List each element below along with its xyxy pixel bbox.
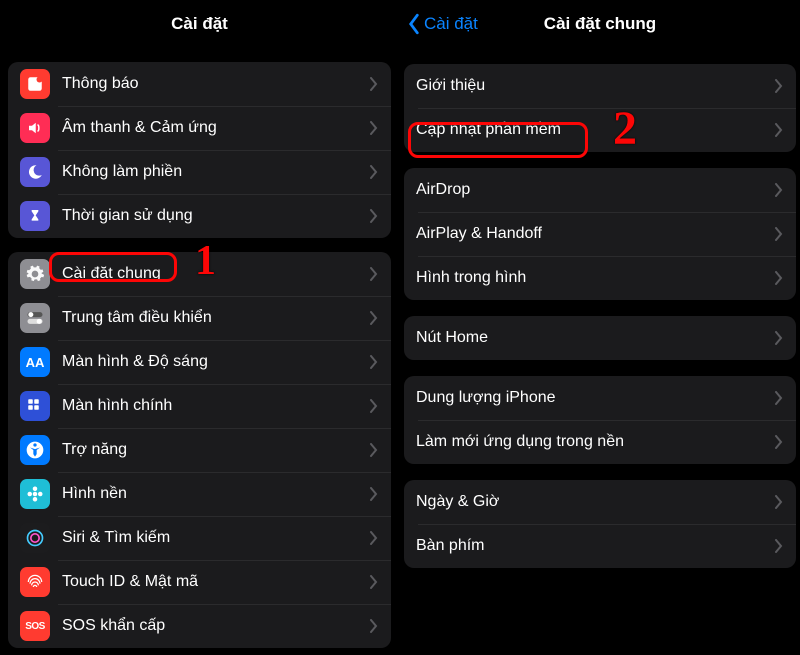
accessibility-icon bbox=[20, 435, 50, 465]
row-label: Trung tâm điều khiển bbox=[62, 309, 369, 327]
moon-icon bbox=[20, 157, 50, 187]
row-pip[interactable]: Hình trong hình bbox=[404, 256, 796, 300]
grid-icon bbox=[20, 391, 50, 421]
chevron-right-icon bbox=[774, 79, 784, 93]
sound-icon bbox=[20, 113, 50, 143]
row-label: Bàn phím bbox=[416, 537, 774, 555]
chevron-right-icon bbox=[774, 495, 784, 509]
chevron-right-icon bbox=[774, 123, 784, 137]
row-bg-refresh[interactable]: Làm mới ứng dụng trong nền bbox=[404, 420, 796, 464]
row-label: Thông báo bbox=[62, 75, 369, 93]
row-keyboard[interactable]: Bàn phím bbox=[404, 524, 796, 568]
row-sound[interactable]: Âm thanh & Cảm ứng bbox=[8, 106, 391, 150]
chevron-right-icon bbox=[369, 575, 379, 589]
chevron-right-icon bbox=[774, 435, 784, 449]
flower-icon bbox=[20, 479, 50, 509]
general-group: Ngày & Giờ Bàn phím bbox=[404, 480, 796, 568]
row-homescreen[interactable]: Màn hình chính bbox=[8, 384, 391, 428]
row-screentime[interactable]: Thời gian sử dụng bbox=[8, 194, 391, 238]
gear-icon bbox=[20, 259, 50, 289]
row-label: Touch ID & Mật mã bbox=[62, 573, 369, 591]
row-general[interactable]: Cài đặt chung bbox=[8, 252, 391, 296]
row-label: Giới thiệu bbox=[416, 77, 774, 95]
back-label: Cài đặt bbox=[424, 14, 478, 34]
row-siri[interactable]: Siri & Tìm kiếm bbox=[8, 516, 391, 560]
chevron-right-icon bbox=[774, 539, 784, 553]
general-header: Cài đặt Cài đặt chung bbox=[400, 0, 800, 48]
row-dnd[interactable]: Không làm phiền bbox=[8, 150, 391, 194]
row-label: Siri & Tìm kiếm bbox=[62, 529, 369, 547]
row-label: Màn hình chính bbox=[62, 397, 369, 415]
general-group: Nút Home bbox=[404, 316, 796, 360]
row-label: AirPlay & Handoff bbox=[416, 225, 774, 243]
chevron-right-icon bbox=[774, 227, 784, 241]
row-label: Trợ năng bbox=[62, 441, 369, 459]
chevron-right-icon bbox=[369, 209, 379, 223]
row-label: SOS khẩn cấp bbox=[62, 617, 369, 635]
fingerprint-icon bbox=[20, 567, 50, 597]
row-label: Làm mới ứng dụng trong nền bbox=[416, 433, 774, 451]
row-storage[interactable]: Dung lượng iPhone bbox=[404, 376, 796, 420]
row-datetime[interactable]: Ngày & Giờ bbox=[404, 480, 796, 524]
general-group: Dung lượng iPhone Làm mới ứng dụng trong… bbox=[404, 376, 796, 464]
row-label: Dung lượng iPhone bbox=[416, 389, 774, 407]
row-sos[interactable]: SOS SOS khẩn cấp bbox=[8, 604, 391, 648]
settings-group: Thông báo Âm thanh & Cảm ứng Không làm p… bbox=[8, 62, 391, 238]
row-label: Thời gian sử dụng bbox=[62, 207, 369, 225]
notifications-icon bbox=[20, 69, 50, 99]
sos-icon: SOS bbox=[20, 611, 50, 641]
chevron-right-icon bbox=[774, 331, 784, 345]
row-label: Không làm phiền bbox=[62, 163, 369, 181]
aa-icon: AA bbox=[20, 347, 50, 377]
settings-group: Cài đặt chung Trung tâm điều khiển AA Mà… bbox=[8, 252, 391, 648]
row-notifications[interactable]: Thông báo bbox=[8, 62, 391, 106]
chevron-left-icon bbox=[406, 13, 422, 35]
chevron-right-icon bbox=[369, 355, 379, 369]
settings-header: Cài đặt bbox=[0, 0, 399, 48]
settings-title: Cài đặt bbox=[171, 14, 228, 34]
siri-icon bbox=[20, 523, 50, 553]
row-touchid[interactable]: Touch ID & Mật mã bbox=[8, 560, 391, 604]
chevron-right-icon bbox=[369, 487, 379, 501]
row-label: Cài đặt chung bbox=[62, 265, 369, 283]
settings-pane: Cài đặt Thông báo Âm thanh & Cảm ứng Khô… bbox=[0, 0, 400, 655]
row-airdrop[interactable]: AirDrop bbox=[404, 168, 796, 212]
chevron-right-icon bbox=[774, 183, 784, 197]
general-group: AirDrop AirPlay & Handoff Hình trong hìn… bbox=[404, 168, 796, 300]
row-label: AirDrop bbox=[416, 181, 774, 199]
chevron-right-icon bbox=[369, 311, 379, 325]
row-wallpaper[interactable]: Hình nền bbox=[8, 472, 391, 516]
chevron-right-icon bbox=[774, 271, 784, 285]
row-airplay[interactable]: AirPlay & Handoff bbox=[404, 212, 796, 256]
row-label: Màn hình & Độ sáng bbox=[62, 353, 369, 371]
row-accessibility[interactable]: Trợ năng bbox=[8, 428, 391, 472]
row-software-update[interactable]: Cập nhật phần mềm bbox=[404, 108, 796, 152]
back-button[interactable]: Cài đặt bbox=[406, 13, 478, 35]
row-label: Hình nền bbox=[62, 485, 369, 503]
row-label: Cập nhật phần mềm bbox=[416, 121, 774, 139]
general-group: Giới thiệu Cập nhật phần mềm bbox=[404, 64, 796, 152]
chevron-right-icon bbox=[369, 531, 379, 545]
row-label: Hình trong hình bbox=[416, 269, 774, 287]
hourglass-icon bbox=[20, 201, 50, 231]
chevron-right-icon bbox=[369, 443, 379, 457]
chevron-right-icon bbox=[369, 267, 379, 281]
general-pane: Cài đặt Cài đặt chung Giới thiệu Cập nhậ… bbox=[400, 0, 800, 655]
chevron-right-icon bbox=[774, 391, 784, 405]
row-controlcenter[interactable]: Trung tâm điều khiển bbox=[8, 296, 391, 340]
chevron-right-icon bbox=[369, 77, 379, 91]
chevron-right-icon bbox=[369, 619, 379, 633]
row-about[interactable]: Giới thiệu bbox=[404, 64, 796, 108]
general-title: Cài đặt chung bbox=[544, 14, 656, 34]
row-label: Âm thanh & Cảm ứng bbox=[62, 119, 369, 137]
chevron-right-icon bbox=[369, 121, 379, 135]
row-label: Ngày & Giờ bbox=[416, 493, 774, 511]
switches-icon bbox=[20, 303, 50, 333]
row-display[interactable]: AA Màn hình & Độ sáng bbox=[8, 340, 391, 384]
chevron-right-icon bbox=[369, 399, 379, 413]
row-home-button[interactable]: Nút Home bbox=[404, 316, 796, 360]
row-label: Nút Home bbox=[416, 329, 774, 347]
chevron-right-icon bbox=[369, 165, 379, 179]
